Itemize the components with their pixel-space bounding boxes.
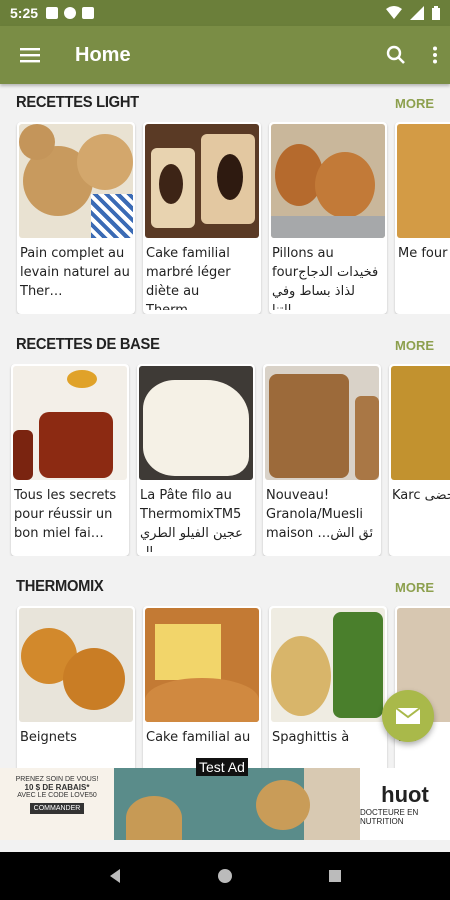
recipe-thumbnail [19, 608, 133, 722]
recipe-title: Nouveau! Granola/Muesli maison …ئق الش [266, 488, 374, 541]
section-recettes-de-base: RECETTES DE BASE MORE Tous les secrets p… [0, 326, 450, 568]
ad-label: Test Ad [196, 758, 248, 776]
recipe-card[interactable]: Beignets [17, 606, 135, 768]
ad-code: AVEC LE CODE LOVE50 [17, 792, 97, 799]
page-title: Home [75, 43, 131, 66]
more-link[interactable]: MORE [395, 338, 434, 353]
ad-brand: huot DOCTEURE EN NUTRITION [360, 768, 450, 840]
recipe-title: Me four ازلة [398, 246, 450, 261]
recipe-thumbnail [391, 366, 450, 480]
section-title: RECETTES DE BASE [16, 336, 160, 353]
recipe-card[interactable]: Me four ازلة [395, 122, 450, 314]
system-nav-bar [0, 852, 450, 900]
ad-promo-text: PRENEZ SOIN DE VOUS! 10 $ DE RABAIS* AVE… [0, 768, 114, 840]
section-title: THERMOMIX [16, 578, 104, 595]
recipe-card[interactable]: Cake familial marbré léger diète au Ther… [143, 122, 261, 314]
recipe-thumbnail [265, 366, 379, 480]
search-icon[interactable] [386, 45, 406, 65]
recipe-title: Spaghittis à [272, 730, 350, 745]
ad-order-button[interactable]: COMMANDER [29, 803, 85, 814]
ad-image [114, 768, 310, 840]
ad-headline: PRENEZ SOIN DE VOUS! [15, 776, 99, 783]
ad-brand-subtitle: DOCTEURE EN NUTRITION [360, 808, 419, 826]
battery-icon [432, 6, 440, 20]
recipe-card[interactable]: Pillons au four‫فخيدات الدجاج‬ لذاذ بساط… [269, 122, 387, 314]
email-icon [395, 707, 421, 724]
recipe-thumbnail [13, 366, 127, 480]
more-link[interactable]: MORE [395, 580, 434, 595]
recipe-card[interactable]: La Pâte filo au ThermomixTM5 عجين الفيلو… [137, 364, 255, 556]
recipe-thumbnail [19, 124, 133, 238]
recipe-title: Pillons au four‫فخيدات الدجاج‬ لذاذ بساط… [272, 246, 379, 310]
ad-banner[interactable]: Test Ad PRENEZ SOIN DE VOUS! 10 $ DE RAB… [0, 758, 450, 840]
recipe-thumbnail [139, 366, 253, 480]
recipe-title: Cake familial marbré léger diète au Ther… [146, 246, 231, 310]
back-icon[interactable] [107, 868, 123, 884]
recipe-title: La Pâte filo au ThermomixTM5 عجين الفيلو… [140, 488, 243, 552]
recipe-card[interactable]: Nouveau! Granola/Muesli maison …ئق الش [263, 364, 381, 556]
section-thermomix: THERMOMIX MORE Beignets Cake familial au [0, 568, 450, 768]
recipe-title: Beignets [20, 730, 77, 745]
recipe-card[interactable]: Cake familial au [143, 606, 261, 768]
recipe-thumbnail [397, 124, 450, 238]
recipe-thumbnail [271, 124, 385, 238]
recipe-card[interactable]: Pai [395, 606, 450, 768]
ad-discount: 10 $ DE RABAIS* [24, 783, 90, 792]
home-icon[interactable] [217, 868, 233, 884]
status-bar: 5:25 [0, 0, 450, 26]
recents-icon[interactable] [327, 868, 343, 884]
recipe-thumbnail [145, 608, 259, 722]
ad-person-image [304, 768, 360, 840]
home-content[interactable]: RECETTES LIGHT MORE Pain complet au leva… [0, 84, 450, 768]
recipe-thumbnail [145, 124, 259, 238]
notification-icon [46, 7, 59, 19]
status-time: 5:25 [10, 5, 39, 21]
section-recettes-light: RECETTES LIGHT MORE Pain complet au leva… [0, 84, 450, 326]
recipe-title: Tous les secrets pour réussir un bon mie… [14, 488, 117, 541]
recipe-card[interactable]: Spaghittis à [269, 606, 387, 768]
overflow-menu-icon[interactable] [432, 46, 438, 64]
email-fab-button[interactable] [382, 690, 434, 742]
menu-icon[interactable] [20, 47, 40, 63]
signal-icon [410, 6, 424, 20]
ad-brand-name: huot [381, 782, 429, 807]
app-bar: Home [0, 26, 450, 84]
recipe-card[interactable]: Karc حضى [389, 364, 450, 556]
recipe-card[interactable]: Tous les secrets pour réussir un bon mie… [11, 364, 129, 556]
sd-card-icon [82, 7, 95, 19]
recipe-card[interactable]: Pain complet au levain naturel au Ther… [17, 122, 135, 314]
more-link[interactable]: MORE [395, 96, 434, 111]
recipe-title: Pain complet au levain naturel au Ther… [20, 246, 130, 299]
recipe-thumbnail [271, 608, 385, 722]
app-notification-icon [64, 7, 77, 19]
wifi-icon [386, 6, 402, 19]
recipe-title: Karc حضى [392, 488, 450, 503]
section-title: RECETTES LIGHT [16, 94, 139, 111]
